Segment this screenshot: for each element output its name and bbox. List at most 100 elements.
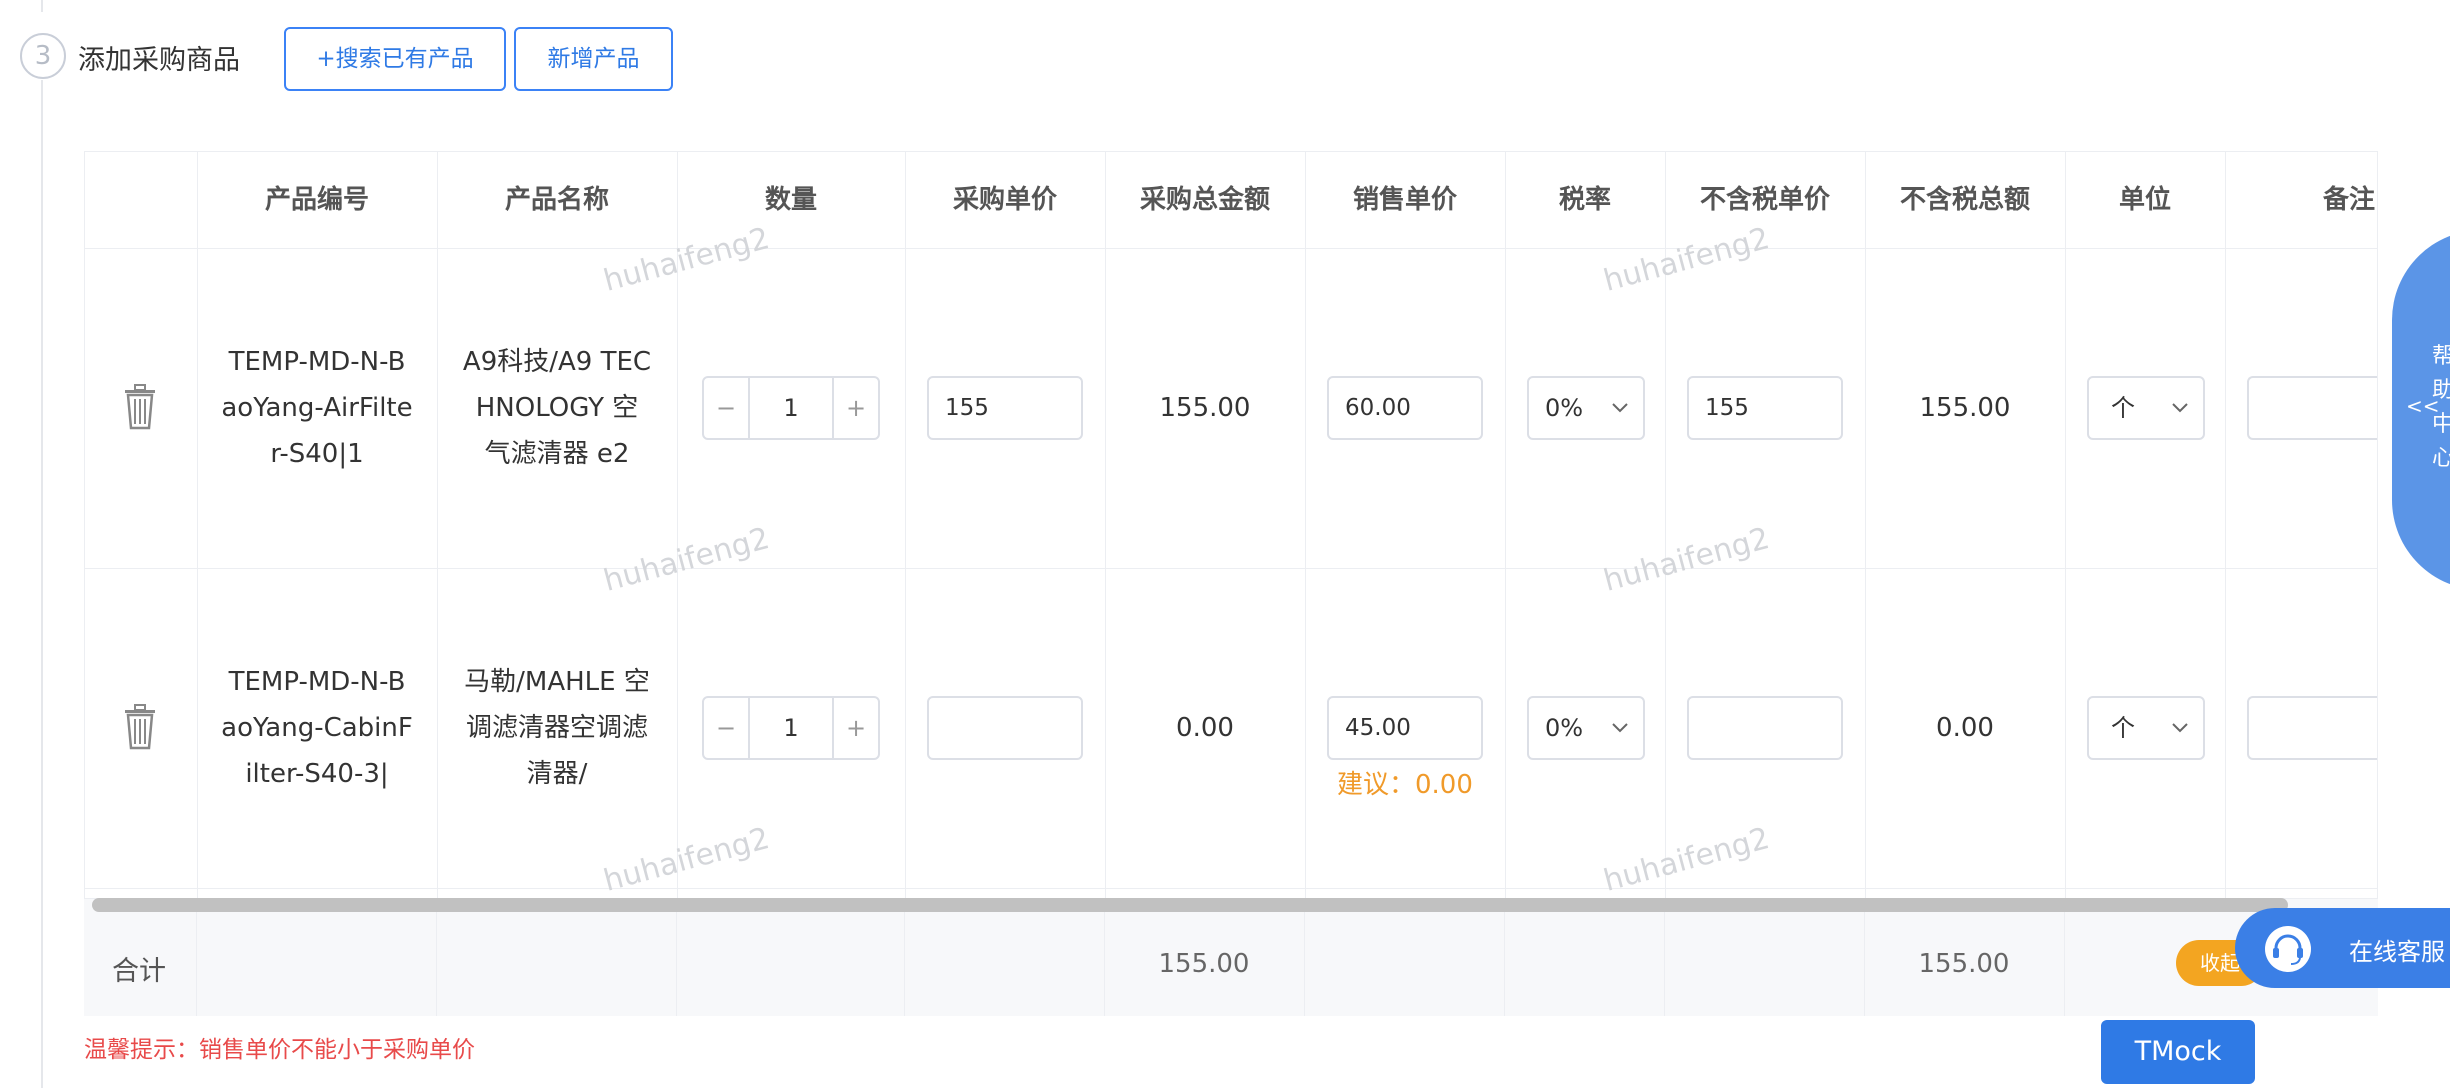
column-divider <box>196 899 197 1016</box>
totals-label: 合计 <box>112 956 166 987</box>
trash-icon <box>125 704 155 750</box>
column-divider <box>1865 152 1866 1014</box>
totals-purchase-amount: 155.00 <box>1158 949 1250 979</box>
header-product-code: 产品编号 <box>264 185 369 215</box>
quantity-value[interactable]: 1 <box>750 698 832 758</box>
delete-row-button[interactable] <box>123 704 157 754</box>
product-name-line: 马勒/MAHLE 空 <box>464 667 650 697</box>
product-code-line: TEMP-MD-N-B <box>228 347 406 377</box>
column-divider <box>904 899 905 1016</box>
unit-select[interactable]: 个 <box>2087 696 2205 760</box>
tax-rate-select[interactable]: 0% <box>1527 376 1645 440</box>
column-divider <box>2225 152 2226 1014</box>
header-purchase-total: 采购总金额 <box>1139 185 1270 215</box>
product-code-cell: TEMP-MD-N-B aoYang-CabinF ilter-S40-3| <box>197 659 437 797</box>
online-service-label: 在线客服 <box>2349 938 2445 966</box>
product-name-cell: A9科技/A9 TEC HNOLOGY 空 气滤清器 e2 <box>437 339 677 477</box>
column-divider <box>1105 152 1106 1014</box>
quantity-stepper[interactable]: − 1 + <box>702 696 880 760</box>
product-name-line: 调滤清器空调滤 <box>465 713 648 743</box>
product-name-line: A9科技/A9 TEC <box>462 347 652 377</box>
horizontal-scrollbar[interactable] <box>92 898 2288 912</box>
remark-input[interactable] <box>2247 376 2377 440</box>
header-quantity: 数量 <box>764 185 817 215</box>
decrement-button[interactable]: − <box>704 378 750 438</box>
unit-value: 个 <box>2111 714 2135 742</box>
tax-rate-value: 0% <box>1545 714 1584 742</box>
column-divider <box>2065 152 2066 1014</box>
header-purchase-price: 采购单价 <box>952 185 1057 215</box>
remark-input[interactable] <box>2247 696 2377 760</box>
row-divider <box>85 248 2377 249</box>
chevron-down-icon <box>1612 723 1628 733</box>
increment-button[interactable]: + <box>832 378 878 438</box>
header-remark: 备注 <box>2322 185 2375 215</box>
purchase-total-value: 155.00 <box>1159 393 1251 423</box>
headset-icon <box>2265 926 2311 972</box>
column-divider <box>1504 899 1505 1016</box>
decrement-button[interactable]: − <box>704 698 750 758</box>
header-product-name: 产品名称 <box>504 185 609 215</box>
unit-value: 个 <box>2111 394 2135 422</box>
suggested-price-hint: 建议：0.00 <box>1337 770 1473 800</box>
column-divider <box>2064 899 2065 1016</box>
step-number-badge: 3 <box>20 33 66 79</box>
column-divider <box>1305 152 1306 1014</box>
product-code-line: TEMP-MD-N-B <box>228 667 406 697</box>
row-divider <box>85 888 2377 889</box>
column-divider <box>1664 899 1665 1016</box>
warning-tip: 温馨提示：销售单价不能小于采购单价 <box>84 1037 475 1063</box>
totals-untaxed-amount: 155.00 <box>1918 949 2010 979</box>
column-divider <box>676 899 677 1016</box>
search-product-button[interactable]: +搜索已有产品 <box>284 27 506 91</box>
untaxed-total-value: 155.00 <box>1919 393 2011 423</box>
step-title: 添加采购商品 <box>78 45 240 76</box>
column-divider <box>677 152 678 1014</box>
column-divider <box>437 152 438 1014</box>
header-tax-rate: 税率 <box>1558 185 1611 215</box>
tax-rate-value: 0% <box>1545 394 1584 422</box>
tmock-button[interactable]: TMock <box>2101 1020 2255 1084</box>
chevron-down-icon <box>2172 723 2188 733</box>
column-divider <box>436 899 437 1016</box>
untaxed-price-input[interactable]: 155 <box>1687 376 1843 440</box>
header-unit: 单位 <box>2118 185 2171 215</box>
timeline-line-top <box>41 0 43 12</box>
delete-row-button[interactable] <box>123 384 157 434</box>
product-code-line: aoYang-CabinF <box>221 713 413 743</box>
product-name-line: 清器/ <box>526 759 588 789</box>
purchase-items-table: 产品编号 产品名称 数量 采购单价 采购总金额 销售单价 税率 不含税单价 不含… <box>84 151 2378 1015</box>
tax-rate-select[interactable]: 0% <box>1527 696 1645 760</box>
untaxed-price-input[interactable] <box>1687 696 1843 760</box>
product-code-line: aoYang-AirFilte <box>221 393 413 423</box>
product-name-cell: 马勒/MAHLE 空 调滤清器空调滤 清器/ <box>437 659 677 797</box>
purchase-total-value: 0.00 <box>1176 713 1234 743</box>
totals-row: 合计 155.00 155.00 <box>84 898 2378 1016</box>
column-divider <box>197 152 198 1014</box>
quantity-stepper[interactable]: − 1 + <box>702 376 880 440</box>
product-name-line: 气滤清器 e2 <box>484 439 630 469</box>
product-code-line: ilter-S40-3| <box>245 759 389 789</box>
help-center-label: 帮助中心 <box>2432 344 2450 471</box>
unit-select[interactable]: 个 <box>2087 376 2205 440</box>
sale-price-input[interactable]: 45.00 <box>1327 696 1483 760</box>
chevron-down-icon <box>2172 403 2188 413</box>
row-divider <box>85 568 2377 569</box>
column-divider <box>1304 899 1305 1016</box>
quantity-value[interactable]: 1 <box>750 378 832 438</box>
increment-button[interactable]: + <box>832 698 878 758</box>
column-divider <box>1505 152 1506 1014</box>
product-code-cell: TEMP-MD-N-B aoYang-AirFilte r-S40|1 <box>197 339 437 477</box>
purchase-price-input[interactable] <box>927 696 1083 760</box>
online-service-button[interactable]: 在线客服 <box>2235 908 2450 988</box>
product-name-line: HNOLOGY 空 <box>475 393 639 423</box>
untaxed-total-value: 0.00 <box>1936 713 1994 743</box>
header-sale-price: 销售单价 <box>1352 185 1457 215</box>
product-code-line: r-S40|1 <box>270 439 364 469</box>
header-untaxed-total: 不含税总额 <box>1899 185 2030 215</box>
timeline-line <box>41 80 43 1088</box>
purchase-price-input[interactable]: 155 <box>927 376 1083 440</box>
add-product-button[interactable]: 新增产品 <box>514 27 673 91</box>
sale-price-input[interactable]: 60.00 <box>1327 376 1483 440</box>
help-center-tab[interactable]: << 帮助中心 <box>2392 230 2450 590</box>
